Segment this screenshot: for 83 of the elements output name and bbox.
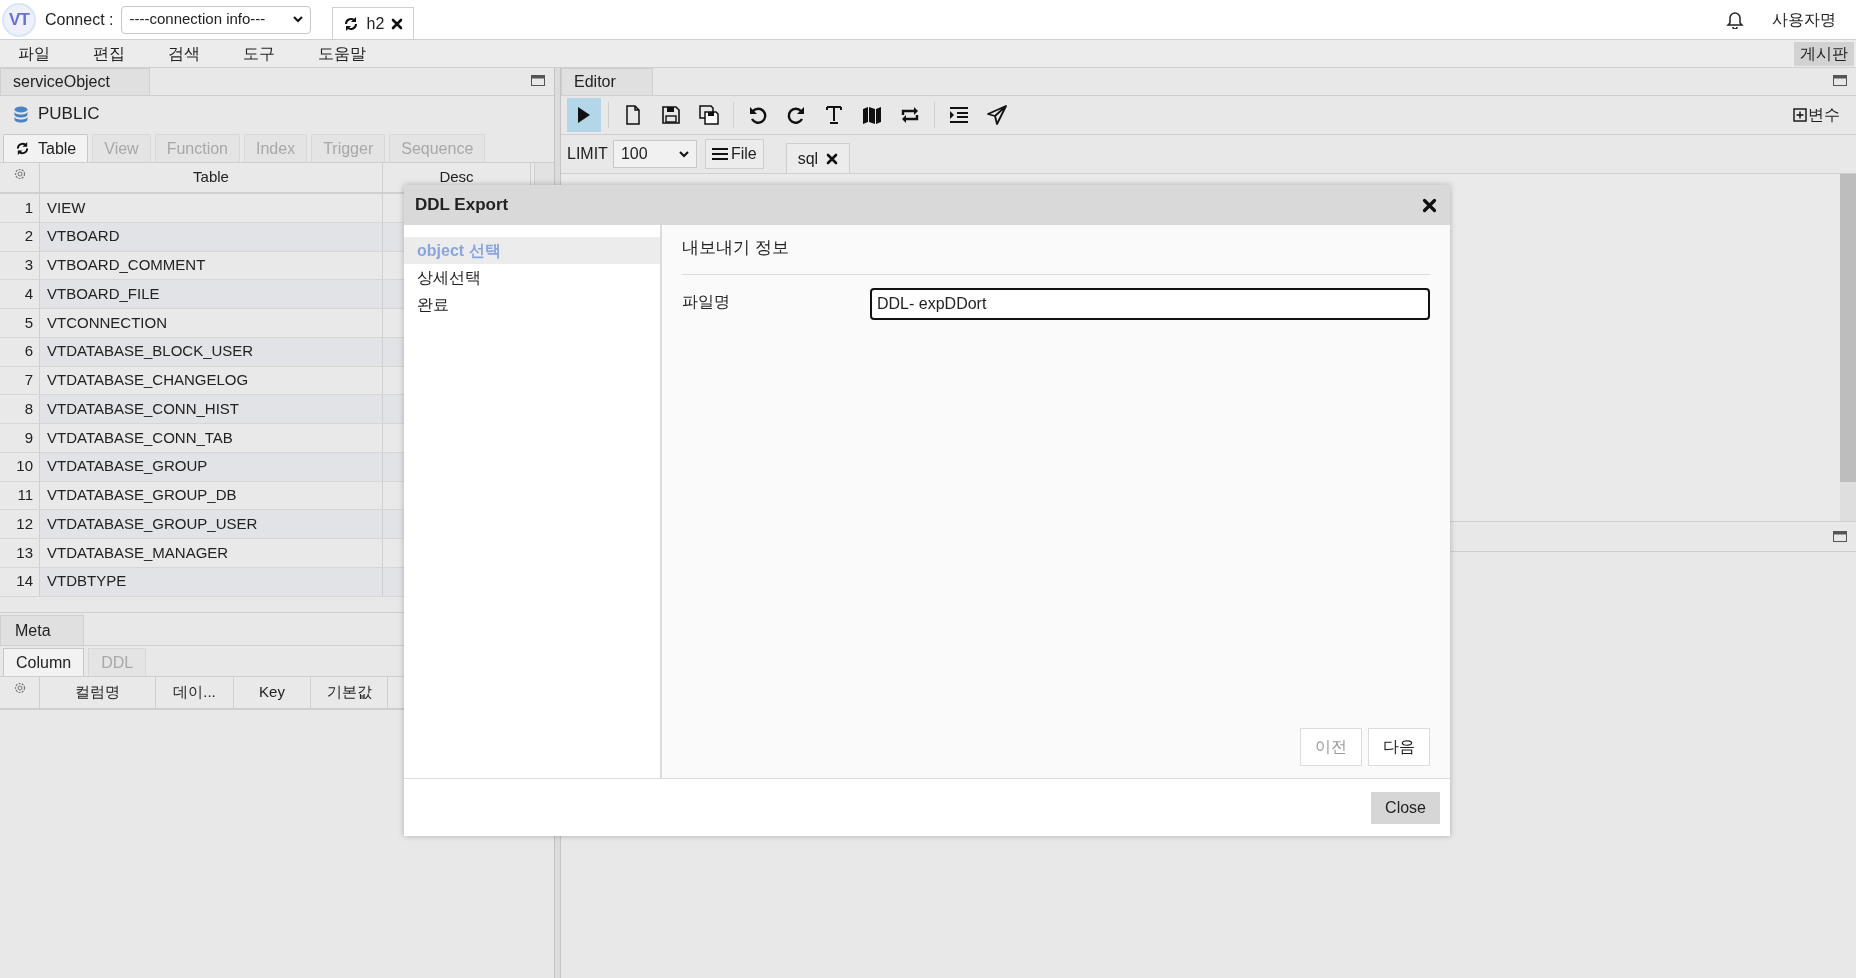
- table-cell[interactable]: VTBOARD_FILE: [40, 280, 383, 308]
- column-header[interactable]: 컬럼명: [40, 677, 156, 708]
- table-cell[interactable]: VTBOARD: [40, 222, 383, 251]
- step-item[interactable]: 상세선택: [404, 264, 660, 291]
- session-tab[interactable]: h2: [332, 7, 415, 39]
- table-cell[interactable]: VTDATABASE_CONN_TAB: [40, 424, 383, 452]
- database-icon: [14, 105, 28, 123]
- row-number: 2: [0, 222, 40, 251]
- object-tab[interactable]: Table: [3, 134, 89, 162]
- limit-label: LIMIT: [567, 144, 608, 164]
- column-header[interactable]: 데이...: [156, 677, 234, 708]
- maximize-icon: [531, 75, 545, 86]
- user-name[interactable]: 사용자명: [1772, 7, 1836, 32]
- dialog-title: DDL Export: [415, 194, 509, 217]
- redo-icon: [786, 105, 806, 125]
- menu-icon: [711, 147, 728, 161]
- row-number: 10: [0, 452, 40, 481]
- step-item[interactable]: 완료: [404, 291, 660, 318]
- column-header[interactable]: 기본값: [311, 677, 388, 708]
- step-button[interactable]: 다음: [1368, 728, 1430, 766]
- board-button[interactable]: 게시판: [1794, 41, 1854, 66]
- bell-icon: [1726, 10, 1744, 29]
- panel-tab[interactable]: serviceObject: [0, 68, 150, 95]
- table-cell[interactable]: VTDBTYPE: [40, 567, 383, 596]
- table-cell[interactable]: VTDATABASE_MANAGER: [40, 539, 383, 567]
- connection-select[interactable]: ----connection info---: [121, 5, 312, 34]
- caret-icon: [293, 16, 304, 23]
- map-icon: [862, 105, 882, 125]
- filename-field[interactable]: DDL- expDDort: [870, 288, 1430, 320]
- new-file-icon: [623, 105, 643, 125]
- settings-icon: [12, 167, 27, 181]
- detail-tab[interactable]: Column: [3, 648, 85, 676]
- panel-tab[interactable]: Editor: [561, 68, 653, 95]
- table-cell[interactable]: VTDATABASE_CHANGELOG: [40, 366, 383, 395]
- text-format-icon: [824, 105, 844, 125]
- table-cell[interactable]: VTCONNECTION: [40, 309, 383, 337]
- menu-item[interactable]: 도움말: [318, 41, 366, 66]
- close-icon: [826, 152, 839, 165]
- repeat-icon: [900, 105, 920, 125]
- indent-icon: [949, 105, 969, 125]
- refresh-icon: [15, 141, 30, 156]
- file-button[interactable]: File: [704, 139, 764, 169]
- row-number: 4: [0, 280, 40, 308]
- menu-item[interactable]: 검색: [168, 41, 200, 66]
- column-header[interactable]: Table: [40, 163, 383, 192]
- close-button[interactable]: Close: [1371, 791, 1440, 824]
- maximize-icon: [1833, 531, 1847, 542]
- panel-tab[interactable]: Meta: [0, 615, 84, 645]
- close-icon: [1422, 197, 1437, 213]
- menu-item[interactable]: 도구: [243, 41, 275, 66]
- table-cell[interactable]: VTDATABASE_CONN_HIST: [40, 395, 383, 423]
- menu-item[interactable]: 편집: [93, 41, 125, 66]
- table-cell[interactable]: VIEW: [40, 194, 383, 222]
- schema-label: PUBLIC: [38, 103, 100, 126]
- section-title: 내보내기 정보: [682, 236, 789, 259]
- connect-label: Connect :: [45, 9, 114, 30]
- field-label: 파일명: [682, 292, 731, 312]
- variables-button[interactable]: 변수: [1789, 102, 1844, 128]
- plus-square-icon: [1793, 108, 1807, 122]
- table-cell[interactable]: VTDATABASE_GROUP_DB: [40, 481, 383, 510]
- refresh-icon: [343, 15, 360, 32]
- toolbar-button[interactable]: [567, 98, 601, 132]
- table-cell[interactable]: VTDATABASE_GROUP: [40, 452, 383, 481]
- caret-icon: [678, 150, 689, 158]
- row-number: 6: [0, 337, 40, 366]
- app-logo: VT: [2, 2, 36, 37]
- column-header[interactable]: Key: [234, 677, 311, 708]
- table-cell[interactable]: VTBOARD_COMMENT: [40, 251, 383, 280]
- close-icon: [391, 17, 404, 30]
- save-icon: [661, 105, 681, 125]
- sql-tab[interactable]: sql: [785, 143, 851, 173]
- maximize-icon: [1833, 75, 1847, 86]
- settings-icon: [12, 681, 27, 695]
- menu-item[interactable]: 파일: [18, 41, 50, 66]
- row-number: 8: [0, 395, 40, 423]
- table-cell[interactable]: VTDATABASE_BLOCK_USER: [40, 337, 383, 366]
- send-icon: [987, 105, 1007, 125]
- limit-select[interactable]: 100: [612, 140, 697, 168]
- undo-icon: [748, 105, 768, 125]
- row-number: 12: [0, 510, 40, 538]
- table-cell[interactable]: VTDATABASE_GROUP_USER: [40, 510, 383, 538]
- row-number: 14: [0, 567, 40, 596]
- save-all-icon: [699, 105, 719, 125]
